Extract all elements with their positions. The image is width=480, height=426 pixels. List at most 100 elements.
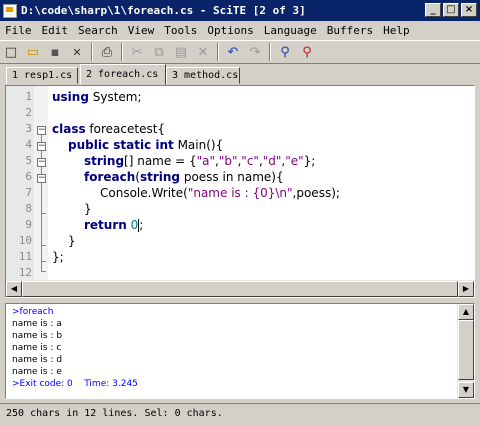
buffer-tabs: 1 resp1.cs 2 foreach.cs 3 method.cs — [0, 64, 480, 85]
menu-language[interactable]: Language — [259, 24, 322, 37]
paste-button[interactable]: ▤ — [170, 42, 192, 62]
window-controls: _ □ × — [423, 3, 477, 17]
save-icon: ▪ — [50, 44, 60, 60]
horizontal-scrollbar[interactable]: ◀ ▶ — [6, 280, 474, 297]
line-number: 7 — [25, 186, 32, 199]
scroll-thumb[interactable] — [458, 320, 474, 380]
code-token: 0 — [130, 218, 139, 232]
line-number: 2 — [25, 106, 32, 119]
scroll-right-button[interactable]: ▶ — [458, 281, 474, 297]
code-line: }; — [52, 250, 64, 264]
line-number: 4 — [25, 138, 32, 151]
scroll-thumb[interactable] — [22, 281, 458, 297]
line-number: 8 — [25, 202, 32, 215]
delete-icon: ✕ — [197, 44, 209, 60]
menu-file[interactable]: File — [0, 24, 37, 37]
code-token: "name is : {0}\n" — [187, 186, 293, 200]
editor-pane[interactable]: 1 2 3 4 5 6 7 8 9 10 11 12 − − − − using… — [5, 85, 475, 298]
scite-app-icon[interactable] — [3, 3, 17, 18]
output-line: name is : e — [12, 367, 62, 377]
line-number: 9 — [25, 218, 32, 231]
replace-button[interactable]: ⚲ — [296, 42, 318, 62]
toolbar-separator — [269, 43, 271, 61]
fold-end-mark — [41, 213, 46, 214]
maximize-button[interactable]: □ — [443, 3, 459, 17]
code-token: public static int — [68, 138, 174, 152]
code-line: Console.Write("name is : {0}\n",poess); — [100, 186, 340, 200]
delete-button[interactable]: ✕ — [192, 42, 214, 62]
save-button[interactable]: ▪ — [44, 42, 66, 62]
new-file-icon: □ — [4, 44, 18, 60]
line-number: 1 — [25, 90, 32, 103]
tab-resp1[interactable]: 1 resp1.cs — [6, 67, 78, 84]
replace-icon: ⚲ — [302, 44, 312, 60]
output-vertical-scrollbar[interactable]: ▲ ▼ — [457, 304, 474, 398]
print-button[interactable]: ⎙ — [96, 42, 118, 62]
menu-tools[interactable]: Tools — [159, 24, 202, 37]
close-file-button[interactable]: ✕ — [66, 42, 88, 62]
menu-options[interactable]: Options — [202, 24, 258, 37]
tab-foreach[interactable]: 2 foreach.cs — [80, 64, 166, 85]
output-line: name is : c — [12, 343, 62, 353]
line-number: 3 — [25, 122, 32, 135]
line-number: 11 — [18, 250, 32, 263]
cut-button[interactable]: ✂ — [126, 42, 148, 62]
open-file-button[interactable]: ▭ — [22, 42, 44, 62]
undo-button[interactable]: ↶ — [222, 42, 244, 62]
fold-end-mark — [41, 261, 46, 262]
code-token: ,poess); — [292, 186, 340, 200]
cut-icon: ✂ — [131, 44, 143, 60]
copy-button[interactable]: ⧉ — [148, 42, 170, 62]
code-token: Console.Write( — [100, 186, 188, 200]
fold-toggle[interactable]: − — [37, 158, 46, 167]
code-token: Main(){ — [173, 138, 224, 152]
new-file-button[interactable]: □ — [0, 42, 22, 62]
scroll-down-button[interactable]: ▼ — [458, 382, 474, 398]
output-line: name is : a — [12, 319, 62, 329]
close-button[interactable]: × — [461, 3, 477, 17]
menu-search[interactable]: Search — [73, 24, 123, 37]
code-line: foreach(string poess in name){ — [84, 170, 284, 184]
menu-help[interactable]: Help — [378, 24, 415, 37]
code-token: class — [52, 122, 86, 136]
menu-bar: File Edit Search View Tools Options Lang… — [0, 21, 480, 39]
code-line: return 0; — [84, 218, 143, 232]
fold-toggle[interactable]: − — [37, 126, 46, 135]
code-line: string[] name = {"a","b","c","d","e"}; — [84, 154, 315, 168]
code-token: "e" — [285, 154, 304, 168]
code-line: class foreacetest{ — [52, 122, 165, 136]
code-token: System; — [88, 90, 142, 104]
code-line: public static int Main(){ — [68, 138, 223, 152]
output-pane[interactable]: >foreach name is : a name is : b name is… — [5, 303, 475, 399]
menu-view[interactable]: View — [123, 24, 160, 37]
code-token: poess in name){ — [180, 170, 284, 184]
line-number-margin: 1 2 3 4 5 6 7 8 9 10 11 12 — [6, 86, 34, 280]
code-token: using — [52, 90, 89, 104]
menu-edit[interactable]: Edit — [37, 24, 74, 37]
line-number: 6 — [25, 170, 32, 183]
scroll-up-button[interactable]: ▲ — [458, 304, 474, 320]
fold-toggle[interactable]: − — [37, 142, 46, 151]
code-token: "a" — [196, 154, 215, 168]
code-token: ; — [139, 218, 144, 232]
fold-toggle[interactable]: − — [37, 174, 46, 183]
menu-buffers[interactable]: Buffers — [322, 24, 378, 37]
tab-method[interactable]: 3 method.cs — [166, 67, 240, 84]
window-title: D:\code\sharp\1\foreach.cs - SciTE [2 of… — [21, 4, 306, 17]
line-number: 12 — [18, 266, 32, 279]
toolbar-separator — [121, 43, 123, 61]
fold-end-mark — [41, 245, 46, 246]
output-command: >foreach — [12, 307, 54, 317]
line-number: 5 — [25, 154, 32, 167]
copy-icon: ⧉ — [154, 44, 164, 60]
scroll-left-button[interactable]: ◀ — [6, 281, 22, 297]
output-line: name is : b — [12, 331, 63, 341]
toolbar: □ ▭ ▪ ✕ ⎙ ✂ ⧉ ▤ ✕ ↶ ↷ ⚲ ⚲ — [0, 40, 480, 64]
redo-button[interactable]: ↷ — [244, 42, 266, 62]
paste-icon: ▤ — [174, 44, 188, 60]
code-line: using System; — [52, 90, 142, 104]
minimize-button[interactable]: _ — [425, 3, 441, 17]
code-token: }; — [303, 154, 316, 168]
open-folder-icon: ▭ — [26, 44, 40, 60]
find-button[interactable]: ⚲ — [274, 42, 296, 62]
